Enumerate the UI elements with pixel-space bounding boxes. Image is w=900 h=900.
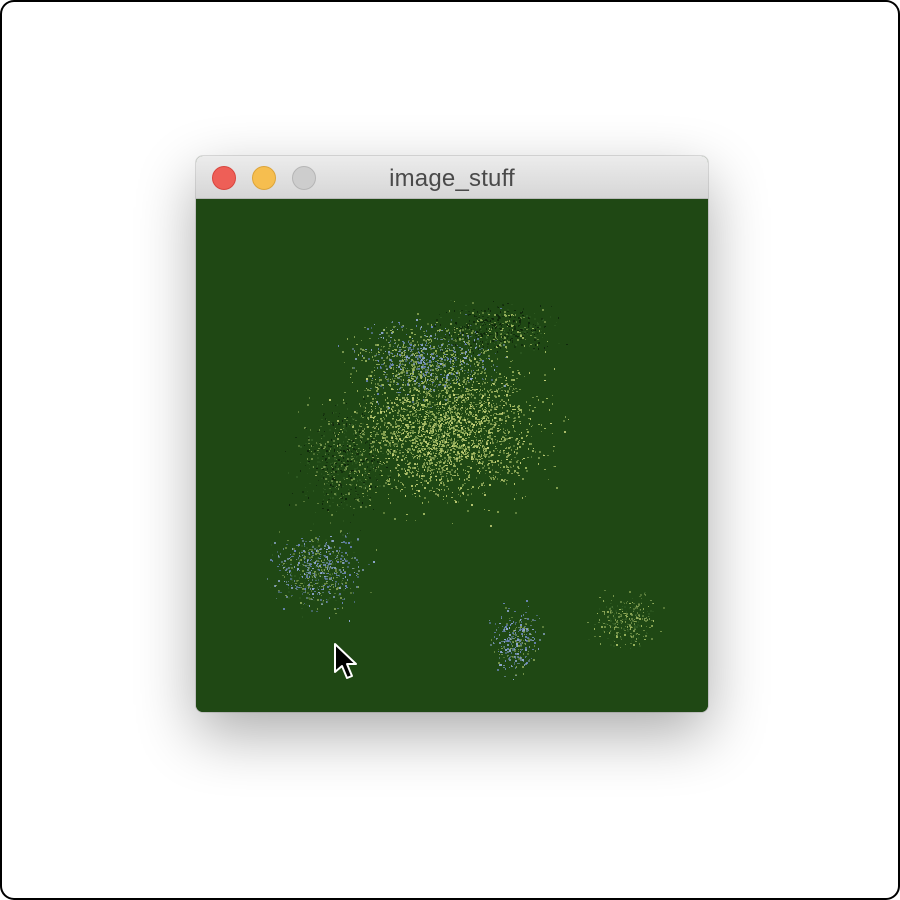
desktop: image_stuff bbox=[0, 0, 900, 900]
image-canvas[interactable] bbox=[196, 200, 708, 712]
arrow-pointer-icon bbox=[334, 643, 357, 679]
title-bar[interactable]: image_stuff bbox=[196, 156, 708, 199]
app-window: image_stuff bbox=[196, 156, 708, 712]
speckle-image bbox=[267, 300, 665, 680]
window-title: image_stuff bbox=[389, 165, 515, 192]
